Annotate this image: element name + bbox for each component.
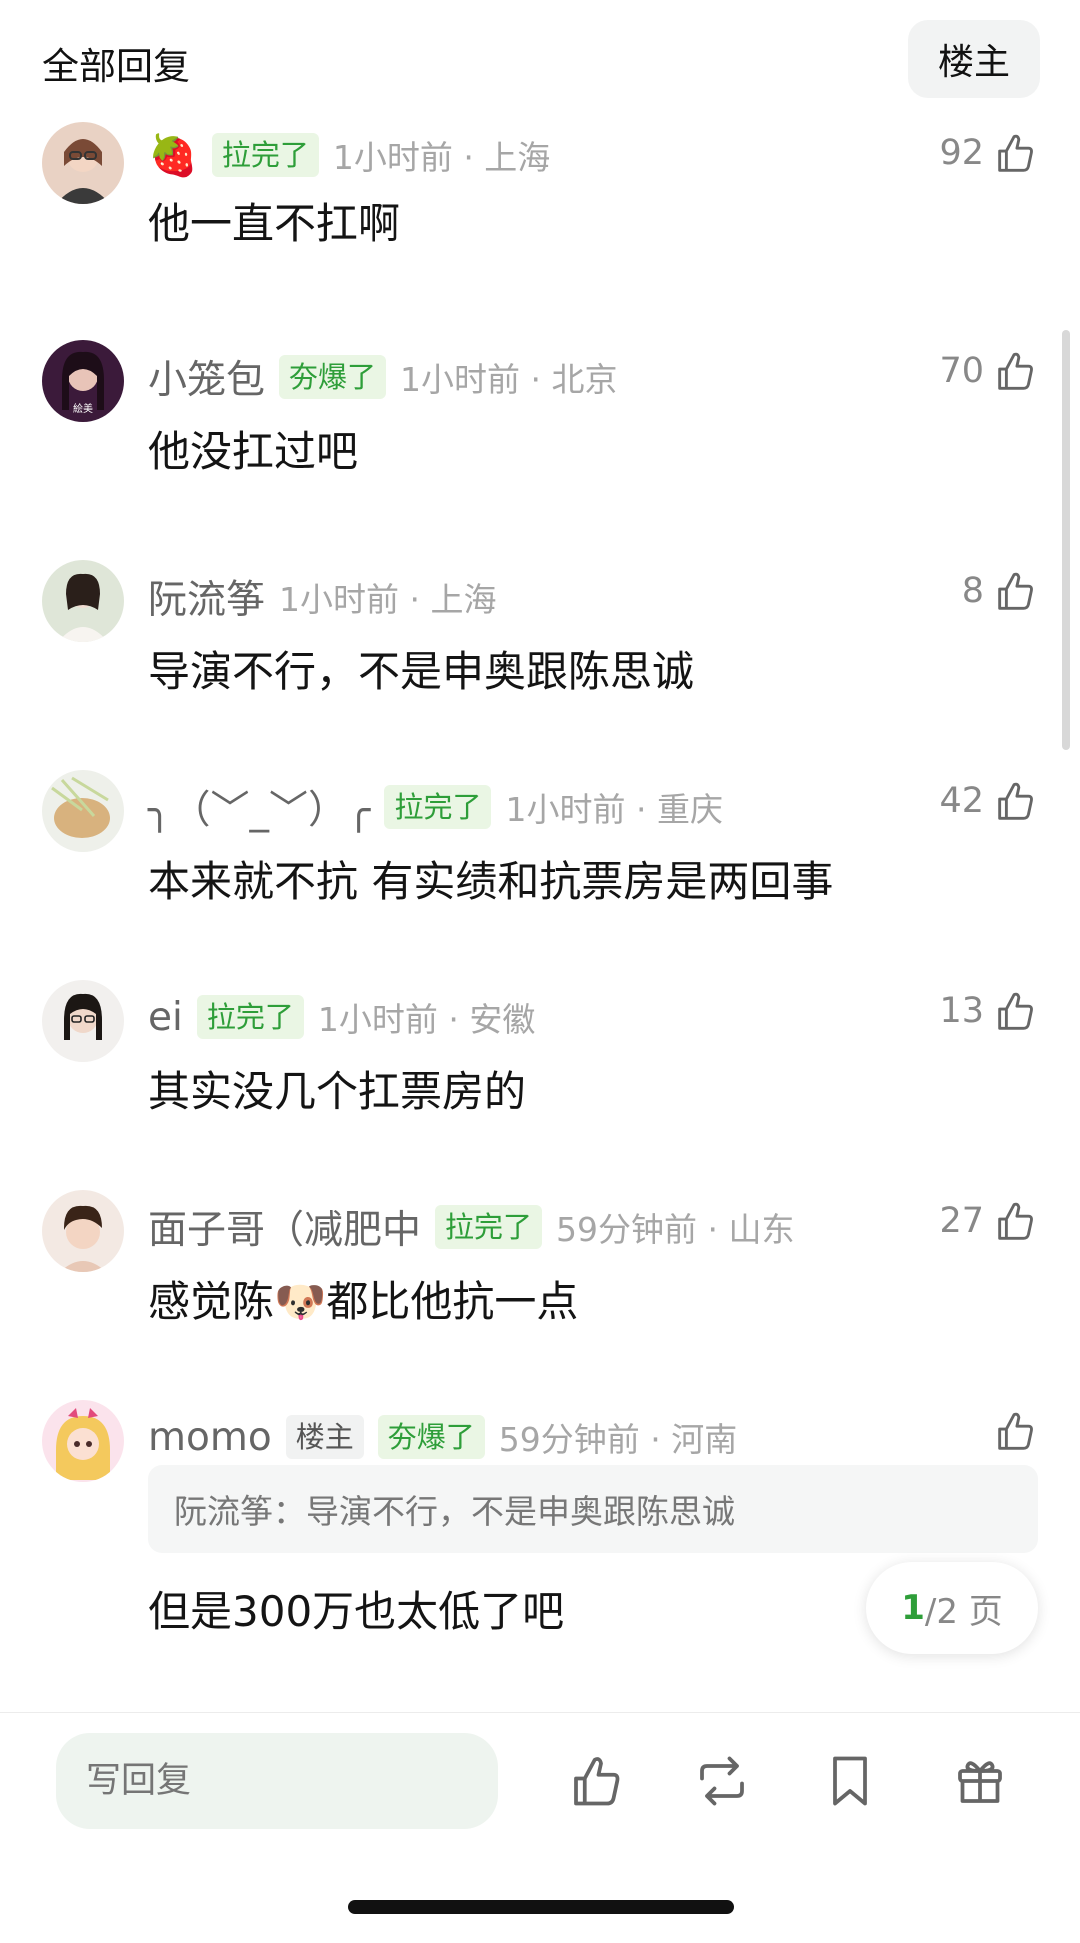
comment-text: 本来就不抗 有实绩和抗票房是两回事	[148, 857, 834, 906]
comment-text: 但是300万也太低了吧	[148, 1587, 565, 1636]
page-indicator[interactable]: 1/2 页	[866, 1562, 1038, 1654]
comment-text: 导演不行，不是申奥跟陈思诚	[148, 647, 695, 696]
time-location: 1小时前 · 上海	[279, 580, 497, 619]
rating-badge: 夯爆了	[279, 355, 387, 399]
reply-input[interactable]	[56, 1733, 498, 1829]
like-count: 92	[939, 133, 984, 173]
avatar[interactable]: 絵美	[42, 340, 124, 422]
header: 全部回复 楼主	[0, 0, 1080, 120]
like-count: 42	[939, 781, 984, 821]
thumbs-up-icon	[998, 782, 1033, 820]
page-title: 全部回复	[42, 45, 190, 88]
like-count: 70	[939, 351, 984, 391]
repost-icon	[700, 1756, 744, 1806]
avatar[interactable]	[42, 1190, 124, 1272]
gift-icon	[958, 1761, 1002, 1803]
avatar[interactable]	[42, 770, 124, 852]
quoted-reply-text: 阮流筝：导演不行，不是申奥跟陈思诚	[174, 1492, 735, 1531]
comment-text-part: 感觉陈	[148, 1277, 275, 1326]
comment-text: 感觉陈🐶都比他抗一点	[148, 1268, 578, 1329]
avatar[interactable]	[42, 560, 124, 642]
like-count: 8	[961, 571, 984, 611]
quoted-reply[interactable]: 阮流筝：导演不行，不是申奥跟陈思诚	[148, 1465, 1038, 1553]
user-emoji-name[interactable]: 🍓	[148, 132, 198, 179]
time-location: 59分钟前 · 河南	[498, 1420, 738, 1459]
thumbs-up-icon	[998, 992, 1033, 1030]
username[interactable]: ei	[148, 995, 183, 1040]
repost-button[interactable]	[692, 1751, 752, 1811]
rating-badge: 拉完了	[211, 133, 319, 177]
thumbs-up-icon	[998, 1202, 1033, 1240]
rating-badge: 拉完了	[384, 785, 492, 829]
bookmark-button[interactable]	[820, 1751, 880, 1811]
like-post-button[interactable]	[566, 1751, 626, 1811]
svg-text:絵美: 絵美	[73, 402, 93, 415]
username[interactable]: 面子哥（减肥中	[148, 1199, 421, 1255]
comment-text-part: 都比他抗一点	[326, 1277, 579, 1326]
scrollbar[interactable]	[1062, 330, 1070, 750]
username[interactable]: 小笼包	[148, 349, 265, 405]
time-location: 1小时前 · 安徽	[317, 1000, 536, 1039]
op-badge: 楼主	[285, 1415, 364, 1459]
op-only-filter-button[interactable]: 楼主	[908, 20, 1040, 98]
time-location: 1小时前 · 重庆	[505, 790, 723, 829]
comment-text: 他一直不扛啊	[148, 199, 401, 248]
comment-text: 其实没几个扛票房的	[148, 1067, 527, 1116]
like-button[interactable]: 42	[939, 778, 1038, 824]
username[interactable]: momo	[148, 1415, 272, 1460]
total-pages: /2 页	[924, 1591, 1003, 1632]
like-button[interactable]: 8	[962, 568, 1038, 614]
avatar[interactable]	[42, 1400, 124, 1482]
comment-text: 他没扛过吧	[148, 427, 359, 476]
like-button[interactable]	[992, 1408, 1038, 1454]
time-location: 1小时前 · 北京	[400, 360, 618, 399]
thumbs-up-icon	[998, 352, 1033, 390]
thumbs-up-icon	[998, 1412, 1033, 1450]
like-button[interactable]: 92	[939, 130, 1038, 176]
like-count: 27	[939, 1201, 984, 1241]
gift-button[interactable]	[950, 1751, 1010, 1811]
thumbs-up-icon	[574, 1757, 620, 1806]
dog-emoji: 🐶	[274, 1277, 327, 1326]
time-location: 1小时前 · 上海	[332, 138, 551, 177]
like-count: 13	[939, 991, 984, 1031]
current-page: 1	[901, 1588, 925, 1628]
thumbs-up-icon	[998, 572, 1033, 610]
username[interactable]: 阮流筝	[148, 569, 265, 625]
like-button[interactable]: 70	[939, 348, 1038, 394]
thumbs-up-icon	[998, 134, 1033, 172]
like-button[interactable]: 13	[939, 988, 1038, 1034]
time-location: 59分钟前 · 山东	[556, 1210, 795, 1249]
bookmark-icon	[833, 1756, 867, 1806]
home-indicator[interactable]	[348, 1900, 734, 1914]
like-button[interactable]: 27	[939, 1198, 1038, 1244]
username[interactable]: ╮（﹀_﹀）╭	[148, 779, 370, 835]
avatar[interactable]	[42, 980, 124, 1062]
rating-badge: 夯爆了	[377, 1415, 485, 1459]
rating-badge: 拉完了	[196, 995, 304, 1039]
avatar[interactable]	[42, 122, 124, 204]
rating-badge: 拉完了	[435, 1205, 543, 1249]
